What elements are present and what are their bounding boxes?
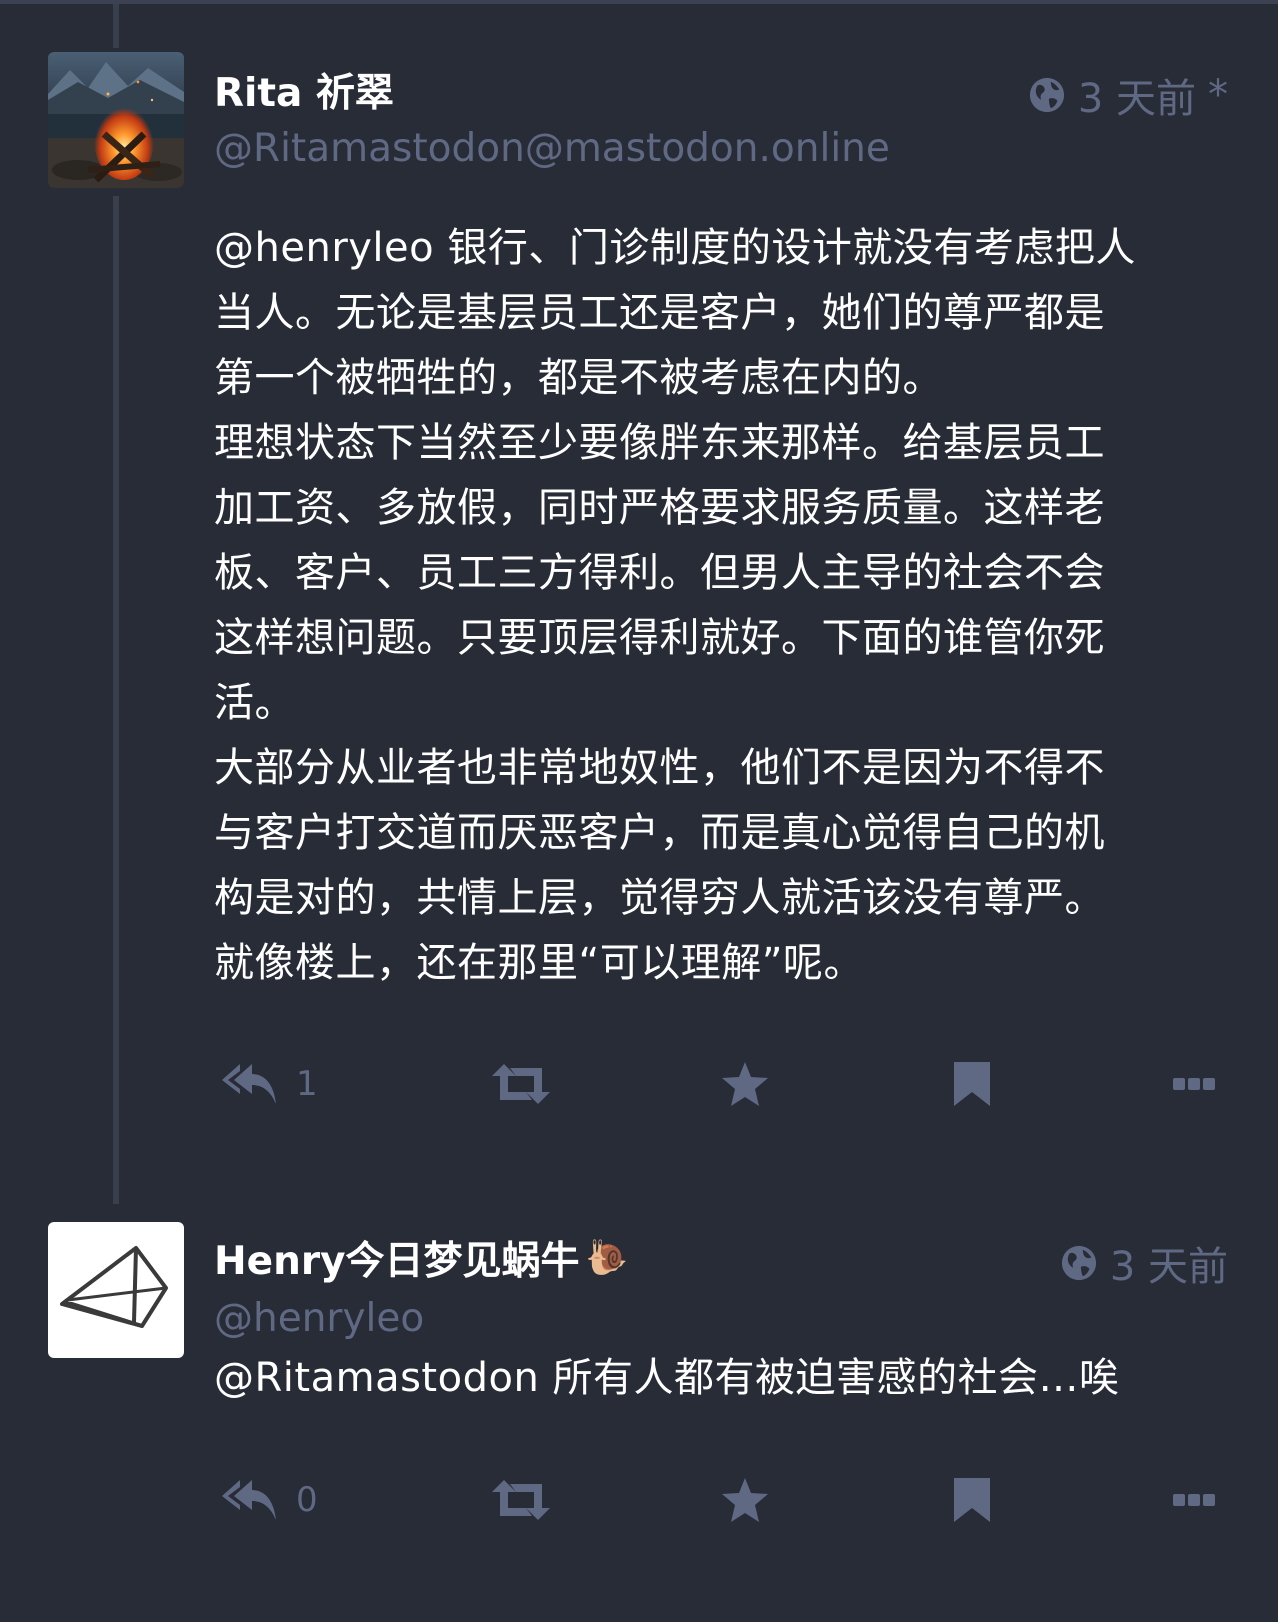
edited-marker: * (1208, 72, 1228, 118)
boost-button[interactable] (490, 1044, 552, 1124)
action-bar: 1 (0, 1044, 1278, 1124)
account-handle[interactable]: @henryleo (214, 1296, 424, 1341)
action-bar: 0 (0, 1460, 1278, 1540)
globe-icon (1028, 76, 1066, 114)
favourite-button[interactable] (720, 1460, 770, 1540)
avatar[interactable] (48, 52, 184, 188)
reply-button[interactable]: 0 (222, 1460, 318, 1540)
display-name[interactable]: Rita 祈翠 (214, 62, 394, 118)
reply-button[interactable]: 1 (222, 1044, 318, 1124)
ellipsis-icon (1172, 1076, 1216, 1092)
snail-emoji: 🐌 (585, 1238, 628, 1278)
reply-count: 1 (296, 1064, 318, 1104)
reply-all-icon (222, 1476, 278, 1524)
account-handle[interactable]: @Ritamastodon@mastodon.online (214, 126, 890, 171)
star-icon (720, 1476, 770, 1524)
globe-icon (1060, 1244, 1098, 1282)
reply-all-icon (222, 1060, 278, 1108)
status-rita[interactable]: Rita 祈翠 @Ritamastodon@mastodon.online 3 … (0, 0, 1278, 1190)
star-icon (720, 1060, 770, 1108)
bookmark-icon (952, 1476, 992, 1524)
ellipsis-icon (1172, 1492, 1216, 1508)
reply-count: 0 (296, 1480, 318, 1520)
display-name[interactable]: Henry今日梦见蜗牛 🐌 (214, 1230, 628, 1286)
boost-button[interactable] (490, 1460, 552, 1540)
retweet-icon (490, 1062, 552, 1106)
bookmark-button[interactable] (952, 1460, 992, 1540)
display-name-text: Henry今日梦见蜗牛 (214, 1239, 580, 1284)
status-content: @henryleo 银行、门诊制度的设计就没有考虑把人 当人。无论是基层员工还是… (214, 225, 1136, 986)
status-meta[interactable]: 3 天前 * (1028, 66, 1228, 124)
more-button[interactable] (1172, 1044, 1216, 1124)
more-button[interactable] (1172, 1460, 1216, 1540)
status-timestamp[interactable]: 3 天前 (1078, 66, 1196, 124)
retweet-icon (490, 1478, 552, 1522)
avatar[interactable] (48, 1222, 184, 1358)
status-timestamp[interactable]: 3 天前 (1110, 1234, 1228, 1292)
status-content: @Ritamastodon 所有人都有被迫害感的社会…唉 (214, 1355, 1120, 1401)
bookmark-icon (952, 1060, 992, 1108)
status-henry[interactable]: Henry今日梦见蜗牛 🐌 @henryleo 3 天前 @Ritamastodo… (0, 1190, 1278, 1622)
favourite-button[interactable] (720, 1044, 770, 1124)
bookmark-button[interactable] (952, 1044, 992, 1124)
status-meta[interactable]: 3 天前 (1060, 1234, 1228, 1292)
